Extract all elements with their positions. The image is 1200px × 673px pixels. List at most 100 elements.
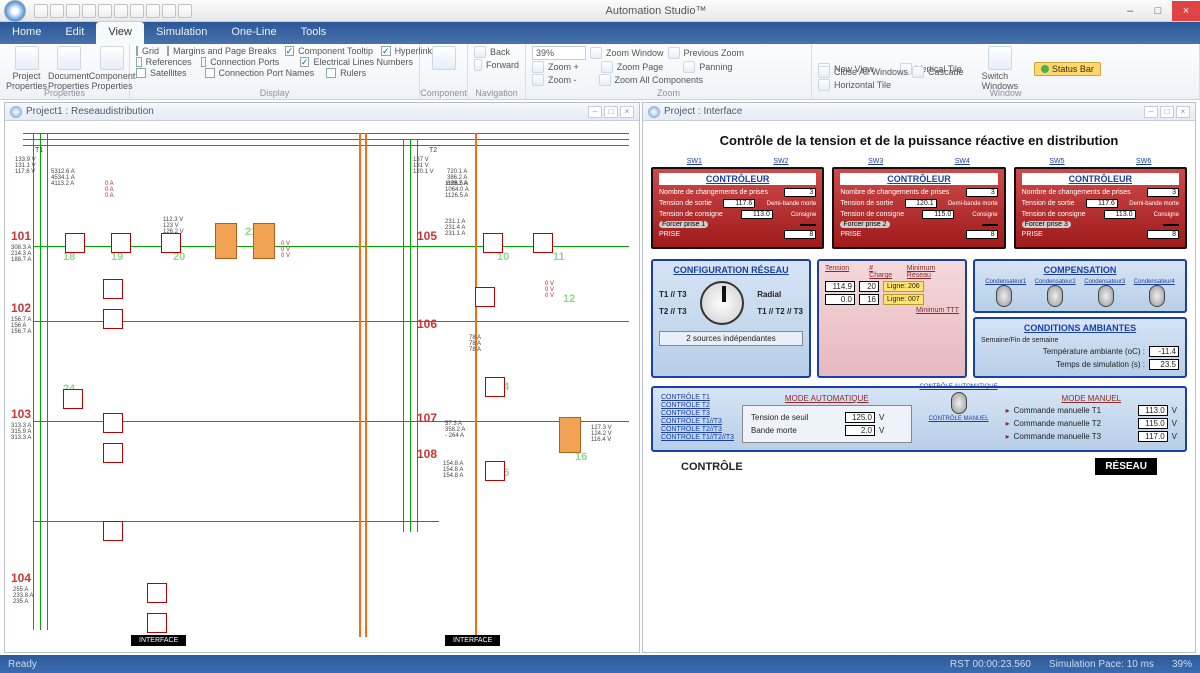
comp-toggle-2[interactable]	[1047, 285, 1063, 307]
qat-btn-icon[interactable]	[178, 4, 192, 18]
tab-home[interactable]: Home	[0, 22, 53, 44]
component-icon[interactable]	[432, 46, 456, 70]
load-symbol[interactable]	[485, 461, 505, 481]
hmi-canvas[interactable]: Contrôle de la tension et de la puissanc…	[643, 121, 1195, 652]
forcer-prise-2-button[interactable]: Forcer prise 2	[840, 221, 889, 228]
load-symbol[interactable]	[63, 389, 83, 409]
checkbox-satellites[interactable]	[136, 68, 146, 78]
load-symbol[interactable]	[103, 413, 123, 433]
pane-maximize-button[interactable]: □	[604, 106, 618, 118]
checkbox-elec-lines-numbers[interactable]	[300, 57, 310, 67]
qat-redo-icon[interactable]	[66, 4, 80, 18]
bande-morte-input[interactable]: 2.0	[845, 425, 875, 436]
nav-back-button[interactable]: Back	[474, 46, 519, 58]
forcer-prise-1-button[interactable]: Forcer prise 1	[659, 221, 708, 228]
reseau-button[interactable]: RÉSEAU	[1095, 458, 1157, 475]
pane-minimize-button[interactable]: –	[1144, 106, 1158, 118]
qat-save-icon[interactable]	[34, 4, 48, 18]
load-symbol[interactable]	[111, 233, 131, 253]
transformer-symbol[interactable]	[253, 223, 275, 259]
auto-manual-toggle[interactable]	[951, 392, 967, 414]
previous-zoom-button[interactable]: Previous Zoom	[668, 47, 745, 59]
tab-simulation[interactable]: Simulation	[144, 22, 219, 44]
compensation-panel: COMPENSATION Condensateur1Condensateur2C…	[973, 259, 1187, 313]
tab-tools[interactable]: Tools	[289, 22, 339, 44]
load-symbol[interactable]	[103, 443, 123, 463]
close-all-windows-button[interactable]: Close All Windows	[818, 66, 908, 78]
ligne-007-button[interactable]: Ligne: 007	[883, 294, 924, 305]
checkbox-conn-ports[interactable]	[201, 57, 207, 67]
load-symbol[interactable]	[483, 233, 503, 253]
load-symbol[interactable]	[103, 309, 123, 329]
pane-minimize-button[interactable]: –	[588, 106, 602, 118]
tension-consigne-1[interactable]: 113.0	[741, 210, 773, 219]
load-symbol[interactable]	[161, 233, 181, 253]
tab-edit[interactable]: Edit	[53, 22, 96, 44]
transformer-symbol[interactable]	[559, 417, 581, 453]
controller-2: CONTRÔLEUR Nombre de changements de pris…	[832, 167, 1005, 249]
interface-link-2[interactable]: INTERFACE	[445, 635, 500, 646]
load-symbol[interactable]	[103, 279, 123, 299]
qat-btn-icon[interactable]	[130, 4, 144, 18]
checkbox-rulers[interactable]	[326, 68, 336, 78]
zoom-window-button[interactable]: Zoom Window	[590, 47, 664, 59]
tab-view[interactable]: View	[96, 22, 144, 44]
interface-link-1[interactable]: INTERFACE	[131, 635, 186, 646]
pane-maximize-button[interactable]: □	[1160, 106, 1174, 118]
load-symbol[interactable]	[475, 287, 495, 307]
comp-toggle-1[interactable]	[996, 285, 1012, 307]
checkbox-references[interactable]	[136, 57, 142, 67]
close-button[interactable]: ×	[1172, 1, 1200, 21]
close-all-icon	[818, 66, 830, 78]
checkbox-component-tooltip[interactable]	[285, 46, 295, 56]
comp-toggle-4[interactable]	[1149, 285, 1165, 307]
config-knob[interactable]	[700, 281, 744, 325]
load-symbol[interactable]	[65, 233, 85, 253]
checkbox-hyperlinks[interactable]	[381, 46, 391, 56]
qat-btn-icon[interactable]	[82, 4, 96, 18]
load-symbol[interactable]	[147, 583, 167, 603]
zoom-value-input[interactable]: 39%	[532, 46, 586, 60]
document-properties-button[interactable]: Document Properties	[48, 46, 89, 91]
project-properties-button[interactable]: Project Properties	[6, 46, 47, 91]
minimize-button[interactable]: –	[1116, 1, 1144, 21]
forcer-prise-3-button[interactable]: Forcer prise 3	[1022, 221, 1071, 228]
qat-btn-icon[interactable]	[146, 4, 160, 18]
cmd-t1-input[interactable]: 113.0	[1138, 405, 1168, 416]
zoom-plus-button[interactable]: Zoom +	[532, 61, 579, 73]
node-105: 105	[417, 229, 437, 243]
checkbox-grid[interactable]	[136, 46, 138, 56]
pane-close-button[interactable]: ×	[1176, 106, 1190, 118]
qat-undo-icon[interactable]	[50, 4, 64, 18]
tension-seuil-input[interactable]: 125.0	[845, 412, 875, 423]
cascade-button[interactable]: Cascade	[912, 66, 964, 78]
load-symbol[interactable]	[103, 521, 123, 541]
load-symbol[interactable]	[147, 613, 167, 633]
right-pane: Project : Interface – □ × Contrôle de la…	[642, 102, 1196, 653]
checkbox-margins[interactable]	[167, 46, 169, 56]
nb-changes-1[interactable]: 3	[784, 188, 816, 197]
pane-close-button[interactable]: ×	[620, 106, 634, 118]
qat-btn-icon[interactable]	[114, 4, 128, 18]
maximize-button[interactable]: □	[1144, 1, 1172, 21]
node-108: 108	[417, 447, 437, 461]
zoom-minus-button[interactable]: Zoom -	[532, 74, 577, 86]
zoom-all-button[interactable]: Zoom All Components	[599, 74, 704, 86]
tension-sortie-1[interactable]: 117.6	[723, 199, 755, 208]
transformer-symbol[interactable]	[215, 223, 237, 259]
qat-btn-icon[interactable]	[162, 4, 176, 18]
tab-oneline[interactable]: One-Line	[219, 22, 288, 44]
checkbox-conn-port-names[interactable]	[205, 68, 215, 78]
nav-forward-button[interactable]: Forward	[474, 59, 519, 71]
panning-button[interactable]: Panning	[683, 61, 732, 73]
qat-btn-icon[interactable]	[98, 4, 112, 18]
load-symbol[interactable]	[485, 377, 505, 397]
comp-toggle-3[interactable]	[1098, 285, 1114, 307]
load-symbol[interactable]	[533, 233, 553, 253]
cmd-t3-input[interactable]: 117.0	[1138, 431, 1168, 442]
cmd-t2-input[interactable]: 115.0	[1138, 418, 1168, 429]
schematic-canvas[interactable]: 101 102 103 104 105 106 107 108 18 19 20…	[5, 121, 639, 652]
ligne-206-button[interactable]: Ligne: 206	[883, 281, 924, 292]
component-properties-button[interactable]: Component Properties	[90, 46, 134, 91]
zoom-page-button[interactable]: Zoom Page	[601, 61, 664, 73]
